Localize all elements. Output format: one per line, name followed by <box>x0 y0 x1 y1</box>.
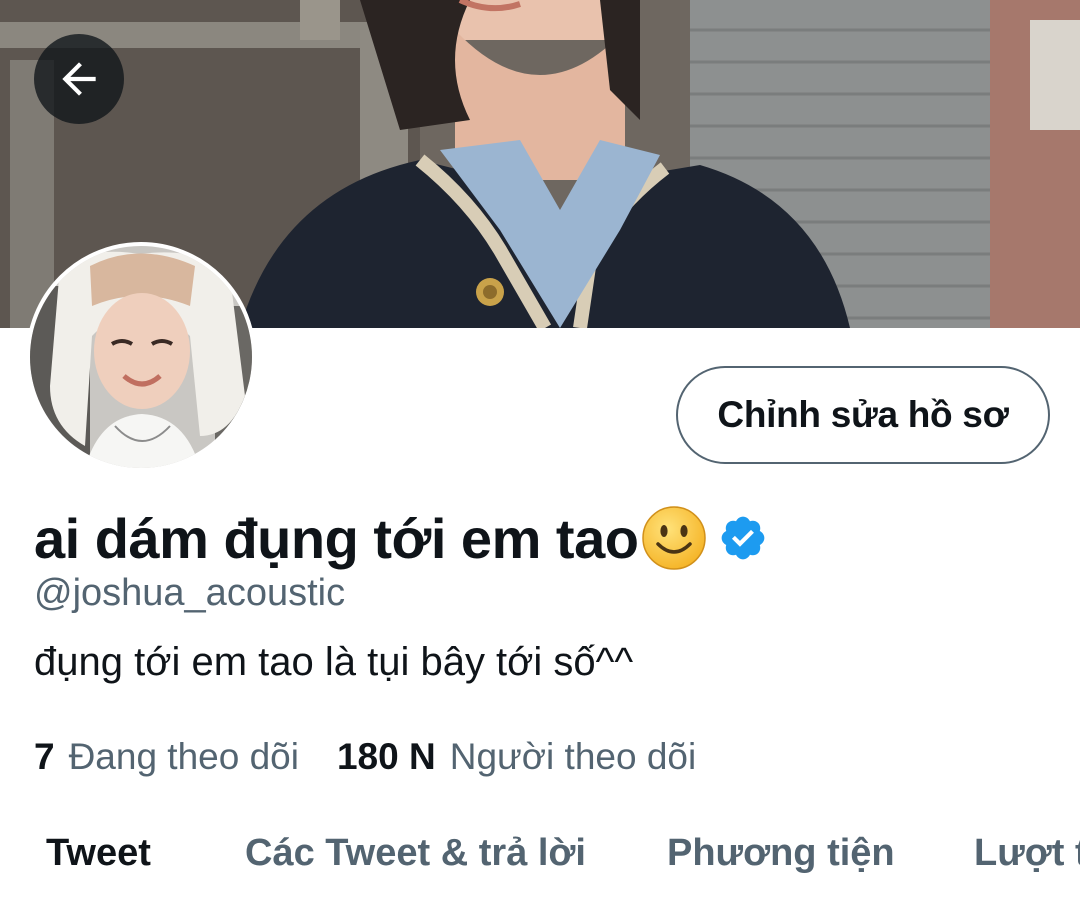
verified-badge-icon[interactable] <box>718 513 768 563</box>
follow-stats: 7 Đang theo dõi 180 N Người theo dõi <box>34 736 696 778</box>
arrow-left-icon <box>62 62 96 96</box>
profile-tabs: Tweet Các Tweet & trả lời Phương tiện Lư… <box>0 822 1080 915</box>
followers-count: 180 N <box>336 736 436 777</box>
profile-handle: @joshua_acoustic <box>34 572 346 614</box>
display-name-row: ai dám đụng tới em tao <box>34 498 768 578</box>
smiling-face-icon <box>642 506 707 570</box>
following-stat[interactable]: 7 Đang theo dõi <box>34 736 299 778</box>
display-name: ai dám đụng tới em tao <box>34 506 639 570</box>
following-count: 7 <box>34 736 55 777</box>
profile-bio: đụng tới em tao là tụi bây tới số^^ <box>34 640 634 684</box>
profile-avatar[interactable] <box>26 242 256 472</box>
tab-tweets[interactable]: Tweet <box>46 832 151 875</box>
followers-label: Người theo dõi <box>449 736 697 777</box>
profile-page: Chỉnh sửa hồ sơ ai dám đụng tới em tao @… <box>0 0 1080 915</box>
following-label: Đang theo dõi <box>68 736 299 777</box>
avatar-photo <box>30 246 252 468</box>
tab-tweets-and-replies[interactable]: Các Tweet & trả lời <box>245 832 586 875</box>
followers-stat[interactable]: 180 N Người theo dõi <box>337 736 696 778</box>
tab-likes[interactable]: Lượt thích <box>974 832 1080 875</box>
edit-profile-button[interactable]: Chỉnh sửa hồ sơ <box>676 366 1050 464</box>
tab-media[interactable]: Phương tiện <box>667 832 895 875</box>
back-button[interactable] <box>34 34 124 124</box>
